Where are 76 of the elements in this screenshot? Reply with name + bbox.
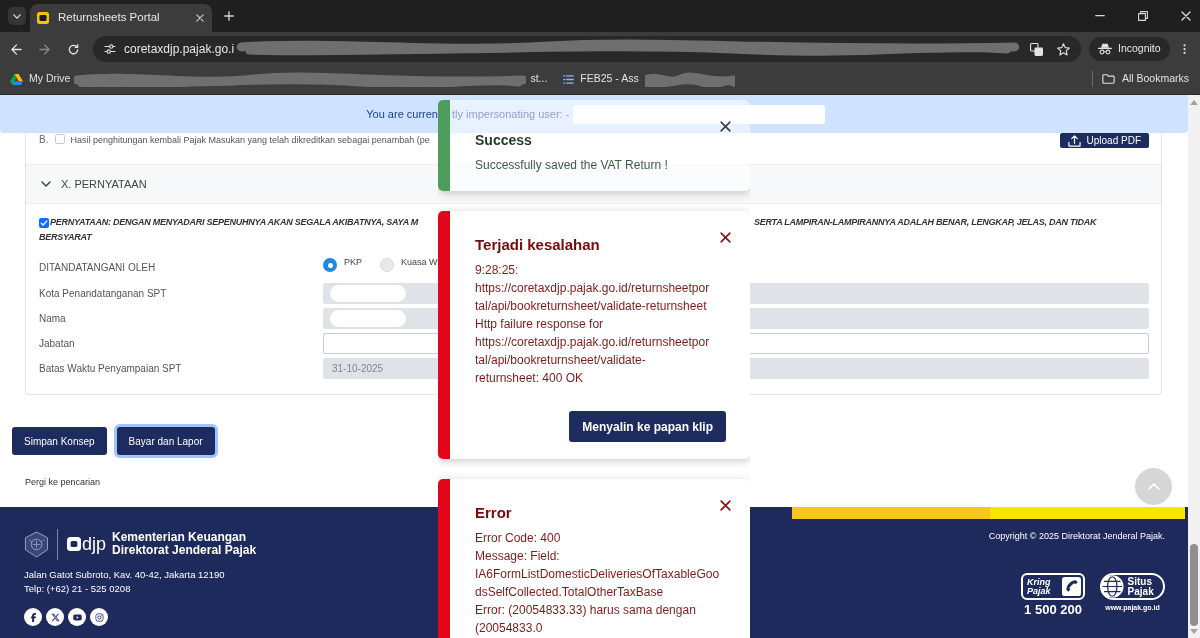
search-link[interactable]: Pergi ke pencarian [25, 476, 101, 488]
field-label: DITANDATANGANI OLEH [39, 262, 157, 273]
toast-title: Error [475, 503, 512, 523]
item-number: B. [39, 134, 49, 146]
back-arrow-icon[interactable] [11, 43, 22, 55]
close-icon[interactable] [720, 121, 731, 132]
input-field: 31-10-2025 [323, 358, 438, 379]
star-icon[interactable] [1057, 42, 1070, 56]
logo-text: djp [82, 534, 107, 554]
pay-and-report-button[interactable]: Bayar dan Lapor [116, 427, 215, 455]
statement-text: SERTA LAMPIRAN-LAMPIRANNYA ADALAH BENAR, LENGKAP, JELAS, DAN TIDAK [754, 215, 1097, 229]
facebook-icon[interactable] [24, 608, 42, 626]
triangle-logo-icon [10, 73, 23, 85]
checkbox[interactable] [55, 134, 66, 144]
chevron-down-icon [13, 13, 21, 19]
radio-button[interactable] [380, 258, 394, 272]
contact-line: Jalan Gatot Subroto, Kav. 40-42, Jakarta 12190 [24, 568, 226, 582]
square-favicon-icon [37, 12, 49, 24]
list-icon [563, 74, 575, 84]
bookmark-item[interactable]: st... [530, 71, 548, 87]
bookmark-item[interactable]: FEB25 - Ass [563, 71, 639, 87]
copyright-text: Copyright © 2025 Direktorat Jenderal Pajak. [988, 530, 1165, 542]
close-icon[interactable] [720, 232, 731, 243]
reload-icon[interactable] [68, 43, 79, 55]
overlapping-squares-icon[interactable] [1030, 42, 1043, 56]
copy-to-clipboard-button[interactable]: Menyalin ke papan klip [569, 411, 726, 442]
square-logo-icon [67, 537, 81, 551]
more-menu-icon[interactable] [1183, 43, 1186, 55]
logo-text: Kring Pajak [1027, 577, 1052, 596]
banner-text: You are curren [366, 106, 438, 122]
field-label: Batas Waktu Penyampaian SPT [39, 362, 183, 376]
statement-text: PERNYATAAN: DENGAN MENYADARI SEPENUHNYA AKAN SEGALA AKIBATNYA, SAYA M [50, 215, 419, 229]
item-text: Hasil penghitungan kembali Pajak Masukan yang telah dikreditkan sebagai penambah (pe [70, 134, 430, 146]
phone-icon [1062, 577, 1081, 596]
bookmark-item[interactable]: All Bookmarks [1101, 71, 1189, 87]
toast-message: 9:28:25: https://coretaxdjp.pajak.go.id/returnsheetpor tal/api/bookreturnsheet/validate-returnsheet Http failure response for https://coretaxdjp.pajak.go.id/returnsheetpor tal/api/bookreturnsheet/validate- returnsheet: 400 OK [475, 262, 710, 387]
tab-menu-button[interactable] [8, 7, 26, 25]
browser-tab[interactable]: Returnsheets Portal [30, 4, 212, 32]
chevron-up-icon [1147, 483, 1160, 490]
bookmark-item[interactable]: My Drive [10, 71, 71, 87]
input-field[interactable] [750, 333, 1149, 354]
folder-icon [1101, 74, 1115, 84]
toast-title: Success [475, 131, 532, 150]
toast-message: Error Code: 400 Message: Field: IA6FormListDomesticDeliveriesOfTaxableGoo dsSelfCollected.TotalOtherTaxBase Error: (20054833.33) harus sama dengan (20054833.0 [475, 530, 720, 637]
plus-icon[interactable] [224, 11, 234, 21]
close-icon[interactable] [720, 500, 731, 511]
contact-line: Telp: (+62) 21 - 525 0208 [24, 582, 132, 596]
banner-text: tly impersonating user: - [452, 106, 570, 122]
incognito-badge[interactable]: Incognito [1089, 37, 1170, 61]
scrollbar-thumb[interactable] [1190, 544, 1198, 626]
organization-name: Kementerian Keuangan Direktorat Jenderal Pajak [112, 531, 257, 557]
logo-text: Situs Pajak [1127, 576, 1155, 597]
x-logo-icon[interactable] [46, 608, 64, 626]
hat-glasses-icon [1098, 43, 1112, 55]
radio-label: Kuasa W [401, 257, 438, 268]
instagram-icon[interactable] [90, 608, 108, 626]
forward-arrow-icon[interactable] [39, 43, 50, 55]
scrollbar[interactable] [1188, 95, 1200, 638]
field-label: Jabatan [39, 337, 76, 351]
upload-pdf-button[interactable]: Upload PDF [1059, 133, 1149, 148]
emblem-icon [24, 530, 49, 558]
hotline-number: 1 500 200 [1024, 603, 1082, 617]
minimize-icon[interactable] [1095, 15, 1105, 17]
field-label: Kota Penandatanganan SPT [39, 287, 168, 301]
statement-text: BERSYARAT [39, 230, 92, 244]
restore-icon[interactable] [1138, 11, 1148, 21]
checkbox[interactable] [39, 217, 49, 228]
save-draft-button[interactable]: Simpan Konsep [12, 427, 107, 455]
radio-label: PKP [344, 257, 362, 268]
field-label: Nama [39, 312, 67, 326]
toast-title: Terjadi kesalahan [475, 235, 600, 255]
sliders-icon[interactable] [104, 44, 116, 54]
input-field[interactable] [323, 333, 438, 354]
youtube-icon[interactable] [68, 608, 86, 626]
radio-button[interactable] [323, 258, 337, 272]
address-bar[interactable]: coretaxdjp.pajak.go.i [93, 36, 1081, 62]
